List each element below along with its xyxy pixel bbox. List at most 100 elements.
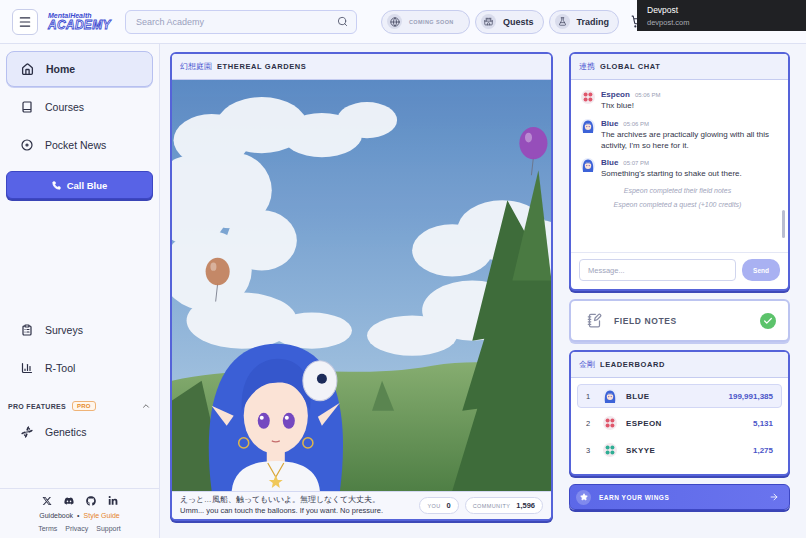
chevron-icon [141,401,151,411]
arrow-right-icon [769,492,779,502]
tooltip-title: Devpost [647,5,796,15]
menu-button[interactable] [12,9,38,35]
sidebar-item[interactable]: Home [6,51,153,87]
scene [172,80,551,491]
chat-message: Blue05:07 PMSomething's starting to shak… [581,158,774,180]
pro-header[interactable]: PRO FEATURESPRO [6,398,153,414]
chat-title-jp: 連携 [579,62,595,72]
discord-icon[interactable] [64,496,74,506]
leaderboard-title-jp: 金剛 [579,360,595,370]
search-placeholder: Search Academy [136,17,337,27]
logo-top: MentalHealth [48,12,110,19]
chat-messages: Espeon05:06 PMThx blue! Blue05:06 PMThe a… [571,80,788,252]
legal-link[interactable]: Support [96,525,121,532]
leaderboard-header: 金剛 LEADERBOARD [571,352,788,378]
dialogue-jp: えっと…風船、触ってもいいよ。無理しなくて大丈夫。 [180,495,413,505]
message-input[interactable]: Message... [579,259,736,281]
pill-icon [387,14,402,29]
message-text: Something's starting to shake out there. [601,169,774,180]
balloon[interactable] [206,258,230,302]
counter-value: 1,596 [516,501,535,510]
counter: YOU0 [419,497,458,514]
leaderboard-rows: 1BLUE199,991,385 2 ESPEON 5,131 3SKYYE1,275 [571,378,788,474]
leaderboard-row[interactable]: 2 ESPEON 5,131 [577,411,782,435]
nav-pill[interactable]: Trading [549,10,620,34]
portrait-avatar-icon [603,389,617,403]
player-name: ESPEON [626,419,744,428]
sidebar-item[interactable]: Courses [6,89,153,125]
player-score: 5,131 [753,419,773,428]
send-button[interactable]: Send [742,259,780,281]
tooltip-url: devpost.com [647,18,796,27]
footer-link[interactable]: Style Guide [84,512,120,519]
chat-message: Espeon05:06 PMThx blue! [581,90,774,112]
link-tooltip: Devpost devpost.com [637,0,806,31]
sidebar-item[interactable]: Surveys [6,312,153,348]
rank: 3 [586,446,594,455]
sidebar-label: Genetics [45,426,86,438]
phone-icon [52,181,61,190]
rank: 2 [586,419,594,428]
logo-bottom: ACADEMY [48,19,110,31]
sidebar-item[interactable]: Genetics [6,414,153,450]
game-scene[interactable] [172,80,551,491]
sidebar-footer: Guidebook • Style Guide Terms Privacy Support [0,488,159,538]
footer-link[interactable]: Guidebook [39,512,73,519]
chat-header: 連携GLOBAL CHAT [571,54,788,80]
message-time: 05:07 PM [623,160,649,166]
message-head: Blue05:06 PM [601,119,774,128]
book-icon [21,101,33,113]
chat-event: Espeon completed their field notes [581,187,774,194]
scrollbar-thumb[interactable] [782,210,785,238]
game-caption: えっと…風船、触ってもいいよ。無理しなくて大丈夫。Umm... you can … [172,491,551,519]
main: 幻想庭園ETHEREAL GARDENSえっと…風船、触ってもいいよ。無理しなく… [160,44,806,538]
linkedin-icon[interactable] [108,496,118,506]
portrait-avatar-icon [581,158,595,172]
clipboard-icon [21,324,33,336]
globe-icon [390,17,400,27]
field-notes-card[interactable]: FIELD NOTES [569,299,790,342]
top-nav: COMING SOONQuests Trading [381,10,619,34]
leaderboard-row[interactable]: 3SKYYE1,275 [577,438,782,462]
castle-icon [484,17,493,26]
sidebar-label: R-Tool [45,362,75,374]
social-links [42,496,118,506]
x-icon[interactable] [42,496,52,506]
sidebar-item[interactable]: R-Tool [6,350,153,386]
message-body: Blue05:07 PMSomething's starting to shak… [601,158,774,180]
nav-pill[interactable]: Quests [475,10,544,34]
sidebar: Home Courses Pocket News Call Blue Surveys R-… [0,44,160,538]
right-column: 連携GLOBAL CHAT Espeon05:06 PMThx blue! Blue… [569,52,790,521]
avatar-icon [581,90,595,104]
counter-label: YOU [427,503,440,509]
logo[interactable]: MentalHealthACADEMY [48,12,110,31]
earn-wings-button[interactable]: EARN YOUR WINGS [569,484,790,510]
legal-link[interactable]: Privacy [65,525,88,532]
dialogue-en: Umm... you can touch the balloons. If yo… [180,506,413,516]
sidebar-label: Courses [45,101,84,113]
leaderboard-row[interactable]: 1BLUE199,991,385 [577,384,782,408]
legal-links: Terms Privacy Support [38,525,121,532]
search-icon [337,16,348,27]
sidebar-lower: Surveys R-Tool PRO FEATURESPRO Genetics [6,312,153,452]
pill-label: Trading [577,17,610,27]
avatar-icon [603,416,617,430]
pro-badge: PRO [72,401,96,411]
message-time: 05:06 PM [635,92,661,98]
leaderboard-title: LEADERBOARD [600,360,665,369]
player-score: 199,991,385 [729,392,774,401]
chat-input-row: Message... Send [571,252,788,289]
game-panel: 幻想庭園ETHEREAL GARDENSえっと…風船、触ってもいいよ。無理しなく… [170,52,553,521]
message-time: 05:06 PM [623,121,649,127]
game-title: ETHEREAL GARDENS [217,62,306,71]
search-field[interactable]: Search Academy [125,10,357,34]
footer-link[interactable]: • [77,512,79,519]
nav-pill[interactable]: COMING SOON [381,10,470,34]
call-button[interactable]: Call Blue [6,171,153,199]
legal-link[interactable]: Terms [38,525,57,532]
chat-message: Blue05:06 PMThe archives are practically… [581,119,774,152]
balloon[interactable] [519,127,547,175]
github-icon[interactable] [86,496,96,506]
sidebar-item[interactable]: Pocket News [6,127,153,163]
body: Home Courses Pocket News Call Blue Surveys R-… [0,44,806,538]
